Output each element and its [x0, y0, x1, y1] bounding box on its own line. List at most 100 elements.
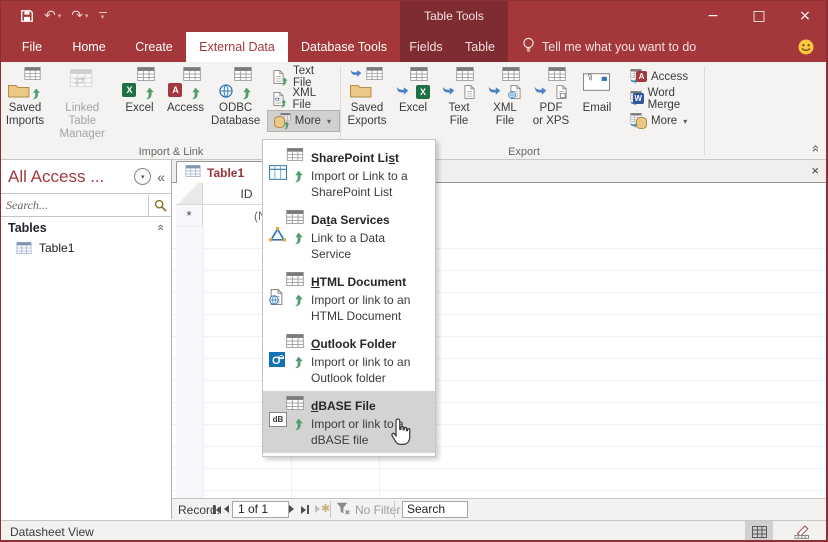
outlook-folder-icon: O	[269, 334, 305, 368]
xml-file-import-icon: ‹›	[273, 91, 289, 107]
search-icon[interactable]	[149, 199, 171, 212]
record-navigation-bar: Record: 1 of 1 ✱ No Filter Search	[172, 498, 828, 520]
more-export-icon	[630, 113, 647, 129]
ribbon-button-saved-exports[interactable]: Saved Exports	[344, 64, 390, 128]
new-record-selector[interactable]: *	[176, 205, 203, 227]
table-icon	[185, 164, 201, 182]
status-bar: Datasheet View	[0, 520, 828, 542]
save-icon[interactable]	[20, 9, 34, 23]
design-view-button[interactable]	[788, 521, 817, 542]
data-services-icon	[269, 210, 305, 244]
dropdown-caret-icon: ▾	[683, 117, 687, 126]
tab-external-data[interactable]: External Data	[186, 32, 288, 62]
dropdown-caret-icon: ▾	[327, 117, 331, 126]
previous-record-icon[interactable]	[224, 505, 229, 513]
shutter-bar-close-icon[interactable]: «	[157, 169, 165, 185]
ribbon-button-xml-file[interactable]: ‹›XML File	[267, 88, 340, 110]
first-record-icon[interactable]	[212, 505, 221, 514]
document-tab-table1[interactable]: Table1	[176, 161, 267, 184]
view-status-label: Datasheet View	[10, 525, 94, 539]
access-import-icon: A	[168, 67, 202, 99]
ribbon-button-more-dropdown[interactable]: More▾	[624, 110, 704, 132]
menu-item-outlook-folder[interactable]: O Outlook Folder Import or link to an Ou…	[263, 329, 435, 391]
email-icon	[580, 67, 614, 99]
html-document-icon	[269, 272, 305, 306]
nav-menu-dropdown-icon[interactable]: ▾	[134, 168, 151, 185]
close-button[interactable]: ×	[782, 0, 828, 32]
maximize-button[interactable]: □	[736, 0, 782, 32]
ribbon-button-linked-table-manager: ⇄Linked Table Manager	[48, 64, 116, 141]
ribbon-button-email[interactable]: Email	[574, 64, 620, 115]
ribbon-button-text-file[interactable]: Text File	[267, 66, 340, 88]
tab-create[interactable]: Create	[122, 32, 186, 62]
tab-file[interactable]: File	[8, 32, 56, 62]
nav-pane-title: All Access ...	[8, 167, 134, 187]
menu-item-dbase-file[interactable]: dB dBASE File Import or link to a dBASE …	[263, 391, 435, 453]
next-record-icon[interactable]	[289, 505, 294, 513]
excel-export-icon: X	[396, 67, 430, 99]
collapse-group-icon[interactable]: »	[153, 225, 167, 231]
ribbon-button-more-dropdown[interactable]: More▾	[267, 110, 340, 132]
access-window: ↶▾ ↷▾ ▾ Table Tools − □ × FileHomeCreate…	[0, 0, 828, 542]
tab-table[interactable]: Table	[452, 32, 508, 62]
no-filter-button[interactable]: No Filter	[336, 502, 400, 518]
menu-item-html-document[interactable]: HTML Document Import or link to an HTML …	[263, 267, 435, 329]
pdf-export-icon	[534, 67, 568, 99]
tab-fields[interactable]: Fields	[400, 32, 452, 62]
customize-quick-access-icon[interactable]: ▾	[99, 12, 107, 21]
ribbon-button-saved-imports[interactable]: Saved Imports	[2, 64, 48, 128]
datasheet-view-button[interactable]	[745, 521, 773, 542]
tab-home[interactable]: Home	[56, 32, 122, 62]
more-import-icon	[274, 113, 291, 129]
ribbon-button-odbc-database[interactable]: ODBC Database	[208, 64, 262, 128]
saved-imports-icon	[8, 67, 42, 99]
select-all-corner[interactable]	[176, 183, 203, 205]
ribbon-button-access[interactable]: AAccess	[162, 64, 208, 115]
ribbon-button-excel[interactable]: XExcel	[390, 64, 436, 115]
odbc-database-icon	[219, 67, 253, 99]
new-record-icon[interactable]: ✱	[315, 505, 330, 513]
collapse-ribbon-icon[interactable]: »	[807, 145, 822, 152]
titlebar: ↶▾ ↷▾ ▾ Table Tools − □ ×	[0, 0, 828, 32]
lightbulb-icon	[522, 37, 535, 57]
ribbon-button-pdf-or-xps[interactable]: PDF or XPS	[528, 64, 574, 128]
tab-database-tools[interactable]: Database Tools	[288, 32, 400, 62]
word-merge-icon: W	[630, 91, 644, 107]
access-export-icon: A	[630, 69, 647, 85]
saved-exports-icon	[350, 67, 384, 99]
contextual-tools-title: Table Tools	[400, 0, 508, 32]
redo-icon[interactable]: ↷▾	[71, 9, 88, 23]
record-position-box[interactable]: 1 of 1	[232, 501, 289, 518]
ribbon-button-xml-file[interactable]: XML File	[482, 64, 528, 128]
more-import-dropdown-menu: SharePoint List Import or Link to a Shar…	[262, 139, 436, 457]
navigation-pane: All Access ... ▾ « Search... Tables » Ta…	[0, 160, 172, 519]
ribbon-tab-row: FileHomeCreateExternal DataDatabase Tool…	[0, 32, 828, 62]
tell-me-box[interactable]: Tell me what you want to do	[522, 32, 696, 62]
close-document-icon[interactable]: ×	[811, 163, 819, 179]
minimize-button[interactable]: −	[690, 0, 736, 32]
sharepoint-list-icon	[269, 148, 305, 182]
filter-icon	[336, 502, 350, 518]
ribbon-button-excel[interactable]: XExcel	[116, 64, 162, 115]
ribbon-button-word-merge[interactable]: WWord Merge	[624, 88, 704, 110]
text-file-import-icon	[273, 69, 289, 85]
undo-icon[interactable]: ↶▾	[44, 9, 61, 23]
nav-group-tables[interactable]: Tables »	[0, 217, 171, 238]
menu-item-sharepoint-list[interactable]: SharePoint List Import or Link to a Shar…	[263, 143, 435, 205]
quick-access-toolbar: ↶▾ ↷▾ ▾	[20, 0, 107, 32]
xml-export-icon	[488, 67, 522, 99]
text-export-icon	[442, 67, 476, 99]
ribbon-button-text-file[interactable]: Text File	[436, 64, 482, 128]
nav-search-placeholder: Search...	[6, 198, 148, 213]
feedback-smiley-icon[interactable]	[798, 39, 814, 60]
menu-item-data-services[interactable]: Data Services Link to a Data Service	[263, 205, 435, 267]
record-search-input[interactable]: Search	[402, 501, 468, 518]
nav-item-table1[interactable]: Table1	[0, 238, 171, 258]
table-icon	[16, 242, 32, 254]
nav-search-box[interactable]: Search...	[0, 194, 171, 217]
dbase-file-icon: dB	[269, 396, 305, 430]
linked-table-manager-icon: ⇄	[65, 67, 99, 99]
ribbon-button-access[interactable]: AAccess	[624, 66, 704, 88]
excel-import-icon: X	[122, 67, 156, 99]
last-record-icon[interactable]	[301, 505, 310, 514]
